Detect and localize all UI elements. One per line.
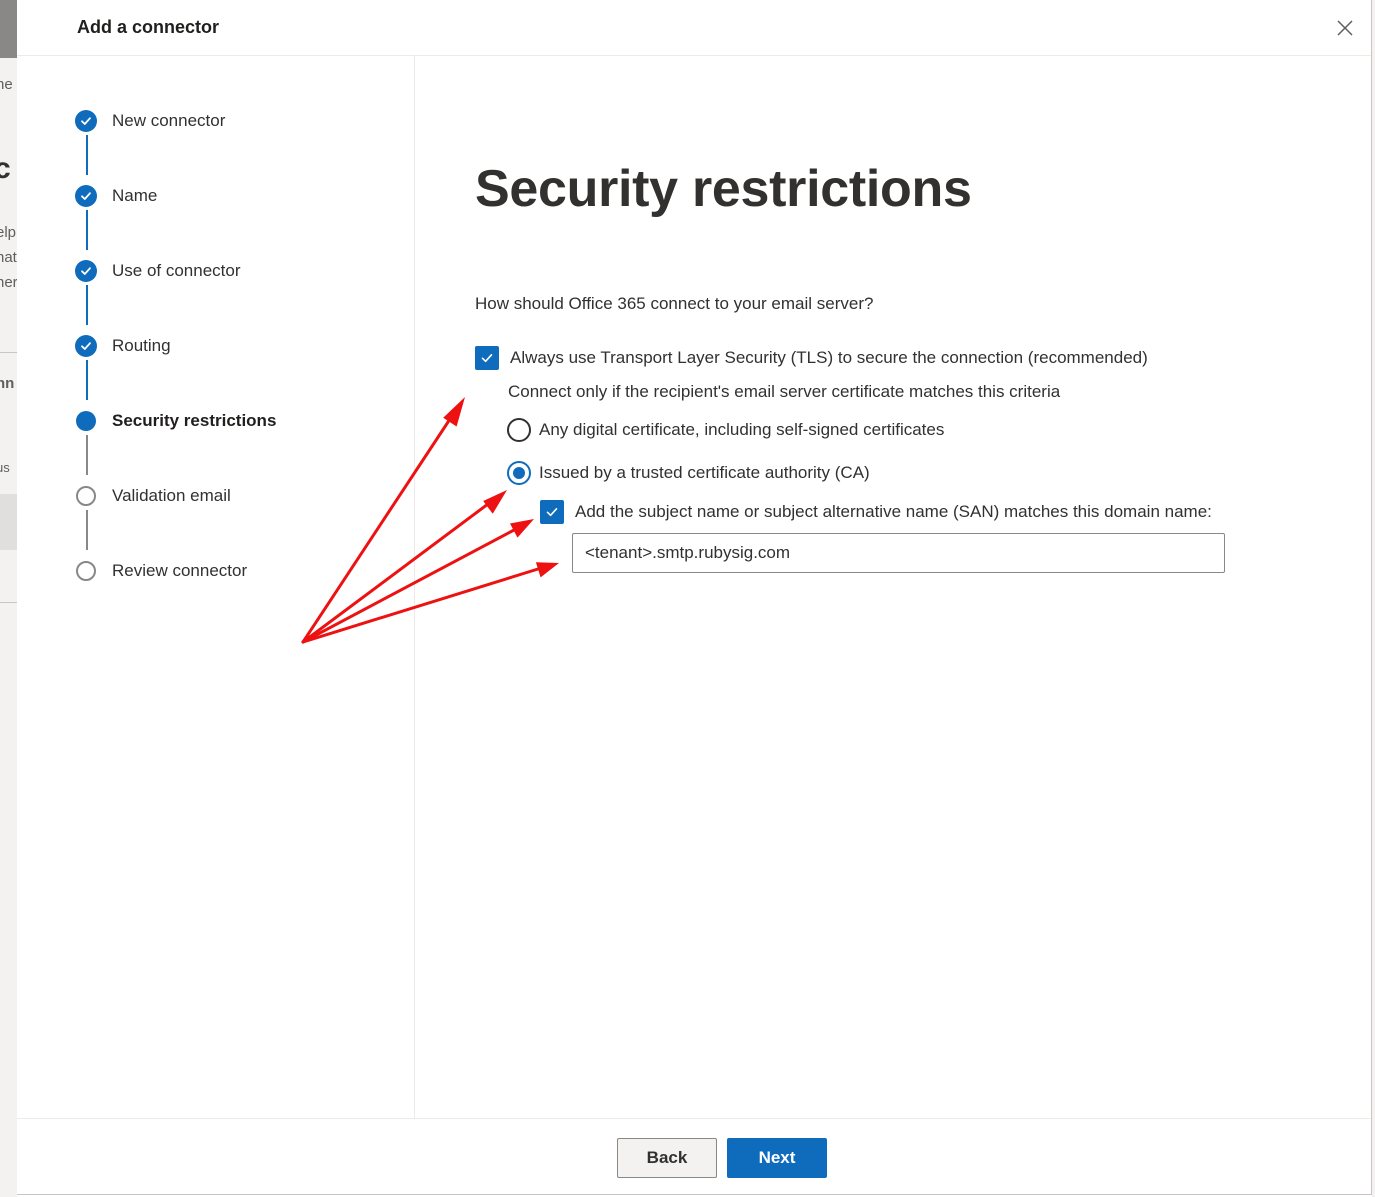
- criteria-description: Connect only if the recipient's email se…: [508, 382, 1061, 401]
- step-label: Name: [112, 186, 158, 205]
- panel-footer: Back Next: [17, 1118, 1371, 1195]
- step-connector: [86, 435, 88, 475]
- step-label: Review connector: [112, 561, 248, 580]
- page-title: Security restrictions: [475, 160, 972, 218]
- background-heading: c: [0, 152, 11, 185]
- wizard-stepper: New connector Name Use of connector Rout…: [17, 56, 415, 1118]
- background-app: ne c elp nat her nn us: [0, 0, 17, 1197]
- connection-question: How should Office 365 connect to your em…: [475, 294, 874, 313]
- background-text: elp: [0, 224, 17, 241]
- tls-checkbox-label: Always use Transport Layer Security (TLS…: [510, 348, 1148, 367]
- current-step-dot: [76, 411, 96, 431]
- panel-header: Add a connector: [17, 0, 1371, 56]
- step-security-restrictions: Security restrictions: [75, 409, 276, 433]
- step-label: Use of connector: [112, 261, 241, 280]
- step-review-connector: Review connector: [75, 559, 247, 583]
- step-validation-email: Validation email: [75, 484, 231, 508]
- radio-selected-dot: [513, 467, 525, 479]
- background-header: [0, 0, 17, 58]
- background-text: her: [0, 274, 17, 291]
- radio-label: Issued by a trusted certificate authorit…: [539, 463, 870, 482]
- panel-title: Add a connector: [77, 17, 220, 37]
- back-button[interactable]: Back: [617, 1138, 717, 1178]
- step-label: New connector: [112, 111, 226, 130]
- step-label: Routing: [112, 336, 171, 355]
- check-icon: [75, 185, 97, 207]
- radio-label: Any digital certificate, including self-…: [539, 420, 945, 439]
- step-connector: [86, 360, 88, 400]
- background-row: [0, 494, 17, 550]
- tls-checkbox[interactable]: [475, 346, 499, 370]
- background-text: us: [0, 460, 10, 475]
- step-new-connector[interactable]: New connector: [75, 109, 225, 133]
- step-label: Security restrictions: [112, 411, 277, 430]
- background-divider: [0, 602, 17, 603]
- step-connector: [86, 210, 88, 250]
- next-button[interactable]: Next: [727, 1138, 827, 1178]
- close-button[interactable]: [1333, 16, 1357, 40]
- page: ne c elp nat her nn us Add a connector: [0, 0, 1375, 1197]
- san-checkbox-row[interactable]: Add the subject name or subject alternat…: [540, 499, 1212, 525]
- pending-step-circle: [76, 486, 96, 506]
- step-connector: [86, 285, 88, 325]
- step-connector: [86, 135, 88, 175]
- step-routing[interactable]: Routing: [75, 334, 171, 358]
- check-icon: [546, 508, 558, 517]
- wizard-content: Security restrictions How should Office …: [415, 56, 1372, 1118]
- check-icon: [75, 110, 97, 132]
- step-label: Validation email: [112, 486, 231, 505]
- tls-checkbox-row[interactable]: Always use Transport Layer Security (TLS…: [475, 345, 1148, 371]
- background-divider: [0, 352, 17, 353]
- pending-step-circle: [76, 561, 96, 581]
- step-connector: [86, 510, 88, 550]
- check-icon: [75, 335, 97, 357]
- radio-any-certificate-row[interactable]: Any digital certificate, including self-…: [507, 417, 944, 443]
- san-checkbox[interactable]: [540, 500, 564, 524]
- background-text: nat: [0, 249, 17, 266]
- radio-trusted-ca-row[interactable]: Issued by a trusted certificate authorit…: [507, 460, 870, 486]
- check-icon: [75, 260, 97, 282]
- check-icon: [481, 354, 493, 363]
- radio-trusted-ca[interactable]: [507, 461, 531, 485]
- background-text: ne: [0, 76, 13, 93]
- add-connector-panel: Add a connector New connector Name Use o…: [17, 0, 1372, 1195]
- san-checkbox-label: Add the subject name or subject alternat…: [575, 502, 1212, 521]
- background-text: nn: [0, 375, 15, 392]
- step-use-of-connector[interactable]: Use of connector: [75, 259, 241, 283]
- close-icon: [1337, 20, 1353, 36]
- radio-any-certificate[interactable]: [507, 418, 531, 442]
- domain-name-input[interactable]: [572, 533, 1225, 573]
- step-name[interactable]: Name: [75, 184, 157, 208]
